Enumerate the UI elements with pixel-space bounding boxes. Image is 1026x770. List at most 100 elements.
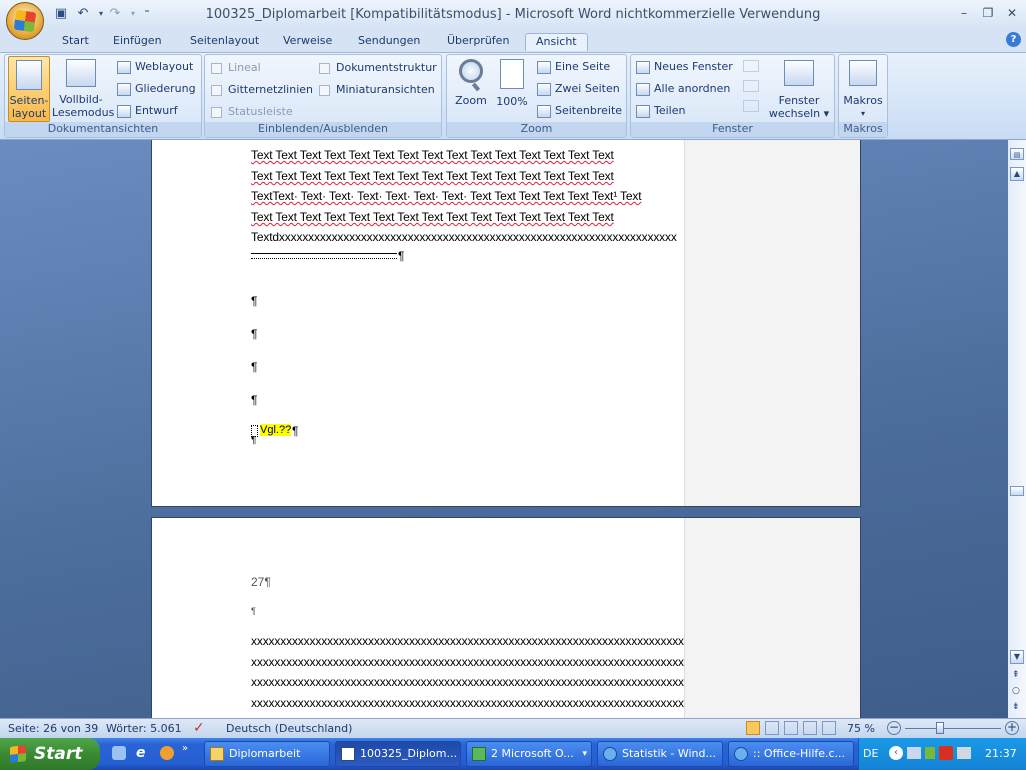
page-layout-icon: [16, 60, 42, 90]
seitenlayout-button[interactable]: Seiten- layout: [8, 56, 50, 122]
vollbild-lesemodus-button[interactable]: Vollbild- Lesemodus: [52, 56, 114, 122]
page-count[interactable]: Seite: 26 von 39: [8, 722, 98, 735]
network-icon[interactable]: [907, 747, 921, 759]
print-layout-view-icon[interactable]: [746, 721, 760, 735]
taskbar-item[interactable]: :: Office-Hilfe.c...: [728, 741, 854, 767]
makros-label: Makros: [843, 94, 883, 107]
monitor-icon[interactable]: [957, 747, 971, 759]
footnote-reference[interactable]: Vgl.??: [260, 424, 292, 436]
tab-start[interactable]: Start: [62, 33, 89, 51]
weblayout-button[interactable]: Weblayout: [117, 60, 193, 74]
dokumentstruktur-check: [319, 62, 330, 74]
gitternetzlinien-checkbox[interactable]: Gitternetzlinien: [211, 83, 313, 96]
tab-ansicht[interactable]: Ansicht: [525, 33, 588, 51]
page-width-icon: [537, 104, 551, 118]
eine-seite-button[interactable]: Eine Seite: [537, 60, 610, 74]
user-icon[interactable]: [925, 747, 935, 759]
group-label-einblenden: Einblenden/Ausblenden: [205, 122, 441, 137]
tab-ueberpruefen[interactable]: Überprüfen: [447, 33, 509, 51]
entwurf-button[interactable]: Entwurf: [117, 104, 178, 118]
internet-explorer-icon[interactable]: e: [136, 745, 146, 761]
markup-area: [684, 140, 860, 506]
quick-launch-expand-icon[interactable]: »: [182, 743, 188, 754]
text-line: TextText· Text· Text· Text· Text· Text· …: [251, 189, 642, 203]
miniaturansichten-checkbox[interactable]: Miniaturansichten: [319, 83, 435, 96]
tab-verweise[interactable]: Verweise: [283, 33, 332, 51]
previous-page-icon[interactable]: ⇞: [1012, 670, 1020, 680]
side-by-side-icon[interactable]: [743, 60, 759, 72]
seitenbreite-label: Seitenbreite: [555, 104, 623, 117]
taskbar-item[interactable]: Diplomarbeit: [204, 741, 330, 767]
dokumentstruktur-checkbox[interactable]: Dokumentstruktur: [319, 61, 437, 74]
word-count[interactable]: Wörter: 5.061: [106, 722, 182, 735]
zoom-100-button[interactable]: 100%: [494, 56, 530, 122]
draft-view-icon[interactable]: [822, 721, 836, 735]
next-page-icon[interactable]: ⇟: [1012, 702, 1020, 712]
group-label-zoom: Zoom: [447, 122, 626, 137]
full-screen-view-icon[interactable]: [765, 721, 779, 735]
text-line: Text Text Text Text Text Text Text Text …: [251, 169, 614, 183]
magnifier-handle: [471, 82, 481, 92]
tab-seitenlayout[interactable]: Seitenlayout: [190, 33, 259, 51]
page-100-icon: [500, 59, 524, 89]
zoom-out-icon[interactable]: −: [887, 721, 901, 735]
page-26[interactable]: Text Text Text Text Text Text Text Text …: [151, 140, 861, 507]
zoom-level[interactable]: 75 %: [847, 722, 875, 735]
tray-expand-icon[interactable]: ‹: [889, 746, 903, 760]
page-27[interactable]: 27¶ ¶ xxxxxxxxxxxxxxxxxxxxxxxxxxxxxxxxxx…: [151, 517, 861, 718]
seitenbreite-button[interactable]: Seitenbreite: [537, 104, 622, 118]
tab-sendungen[interactable]: Sendungen: [358, 33, 420, 51]
zwei-seiten-button[interactable]: Zwei Seiten: [537, 82, 620, 96]
clock[interactable]: 21:37: [985, 747, 1017, 760]
statusleiste-checkbox[interactable]: Statusleiste: [211, 105, 293, 118]
outline-view-icon[interactable]: [803, 721, 817, 735]
reset-window-position-icon[interactable]: [743, 100, 759, 112]
markup-area: [684, 518, 860, 718]
document-area[interactable]: Text Text Text Text Text Text Text Text …: [0, 140, 1008, 718]
sync-scroll-icon[interactable]: [743, 80, 759, 92]
minimize-icon[interactable]: –: [954, 6, 974, 22]
zwei-seiten-label: Zwei Seiten: [555, 82, 620, 95]
text-line: Text Text Text Text Text Text Text Text …: [251, 210, 614, 224]
zoom-in-icon[interactable]: +: [1005, 721, 1019, 735]
ie-icon: [734, 747, 748, 761]
language-indicator[interactable]: Deutsch (Deutschland): [226, 722, 352, 735]
gliederung-button[interactable]: Gliederung: [117, 82, 196, 96]
makros-button[interactable]: Makros ▾: [841, 56, 885, 122]
lineal-checkbox[interactable]: Lineal: [211, 61, 261, 74]
show-desktop-icon[interactable]: [112, 746, 126, 760]
antivirus-icon[interactable]: [939, 746, 953, 760]
zoom-slider-thumb[interactable]: [935, 722, 944, 734]
scroll-up-icon[interactable]: ▲: [1010, 167, 1024, 181]
firefox-icon[interactable]: [160, 746, 174, 760]
taskbar-item[interactable]: 100325_Diplom...: [335, 741, 461, 767]
web-layout-view-icon[interactable]: [784, 721, 798, 735]
web-layout-icon: [117, 60, 131, 74]
restore-icon[interactable]: ❐: [978, 6, 998, 22]
vertical-scrollbar[interactable]: ▤ ▲ ▼ ⇞ ○ ⇟: [1008, 140, 1026, 718]
group-label-makros: Makros: [839, 122, 887, 137]
teilen-button[interactable]: Teilen: [636, 104, 685, 118]
makros-dropdown-icon: ▾: [860, 109, 865, 118]
zoom-button[interactable]: Zoom: [452, 56, 490, 122]
browse-object-icon[interactable]: ○: [1012, 686, 1020, 696]
scroll-thumb[interactable]: [1010, 486, 1024, 496]
folder-icon: [210, 747, 224, 761]
help-icon[interactable]: ?: [1006, 32, 1021, 47]
proofing-icon[interactable]: ✓: [193, 720, 205, 736]
ruler-toggle-icon[interactable]: ▤: [1010, 148, 1024, 160]
office-button[interactable]: [6, 2, 44, 40]
zoom-slider-track[interactable]: [905, 728, 1001, 729]
language-bar[interactable]: DE: [863, 747, 878, 760]
fenster-wechseln-button[interactable]: Fenster wechseln ▾: [768, 56, 830, 122]
close-icon[interactable]: ✕: [1002, 6, 1022, 22]
taskbar-item[interactable]: 2 Microsoft O... ▾: [466, 741, 592, 767]
scroll-down-icon[interactable]: ▼: [1010, 650, 1024, 664]
arrange-all-icon: [636, 82, 650, 96]
start-button[interactable]: Start: [0, 738, 100, 770]
macros-icon: [849, 60, 877, 86]
taskbar-item[interactable]: Statistik - Wind...: [597, 741, 723, 767]
tab-einfuegen[interactable]: Einfügen: [113, 33, 162, 51]
alle-anordnen-button[interactable]: Alle anordnen: [636, 82, 730, 96]
neues-fenster-button[interactable]: Neues Fenster: [636, 60, 733, 74]
